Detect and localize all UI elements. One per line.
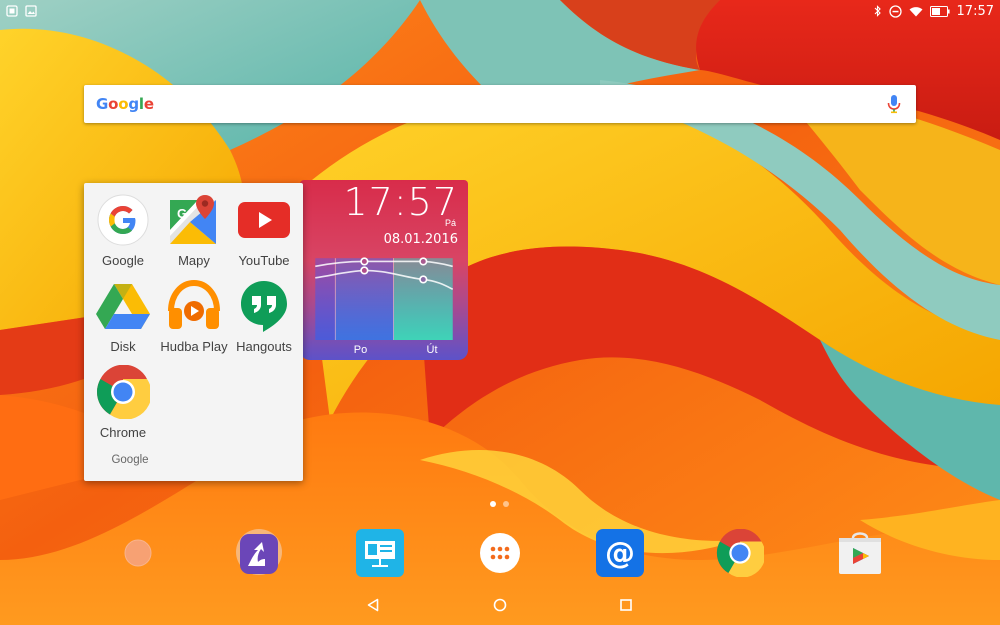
app-label: Chrome — [99, 425, 147, 440]
clock-date: 08.01.2016 — [383, 232, 458, 247]
app-label: Disk — [110, 339, 136, 354]
app-label: Mapy — [178, 253, 210, 268]
status-left-icons — [6, 5, 37, 17]
forecast-day-label: Po — [353, 344, 368, 356]
dock: @ — [0, 525, 1000, 585]
clock-time: 17:57 — [343, 180, 458, 224]
bluetooth-icon — [874, 5, 882, 17]
dock-chrome[interactable] — [712, 527, 768, 583]
forecast-point — [360, 266, 369, 275]
mic-icon[interactable] — [884, 92, 904, 116]
gallery-icon — [25, 5, 37, 17]
google-logo-letter: g — [128, 95, 139, 113]
forecast-day-labels: Po Út — [300, 340, 468, 360]
chrome-icon — [716, 528, 766, 582]
app-label: YouTube — [238, 253, 290, 268]
do-not-disturb-icon — [888, 4, 902, 18]
forecast-day-label: Út — [426, 344, 438, 356]
search-input[interactable] — [161, 85, 884, 123]
app-label: Google — [102, 253, 144, 268]
chrome-icon — [96, 365, 150, 419]
email-icon: @ — [595, 528, 645, 583]
shareit-icon — [234, 528, 284, 583]
back-icon — [366, 598, 380, 617]
recents-icon — [619, 598, 633, 617]
dock-shareit[interactable] — [231, 527, 287, 583]
status-bar: 17:57 — [0, 0, 1000, 22]
page-dot[interactable] — [503, 501, 509, 507]
maps-icon: G — [167, 193, 221, 247]
home-icon — [493, 598, 507, 617]
app-drawer-icon — [479, 532, 521, 579]
drive-icon — [96, 279, 150, 333]
forecast-point — [419, 275, 428, 284]
navigation-bar — [0, 588, 1000, 625]
youtube-icon — [237, 193, 291, 247]
app-google[interactable]: Google — [86, 185, 160, 271]
forecast-point — [419, 257, 428, 266]
hangouts-icon — [237, 279, 291, 333]
back-button[interactable] — [360, 594, 386, 620]
svg-text:@: @ — [605, 536, 635, 571]
play-music-icon — [167, 279, 221, 333]
status-right-icons: 17:57 — [874, 4, 994, 19]
status-time: 17:57 — [956, 3, 994, 19]
google-logo-letter: e — [143, 95, 154, 113]
forecast-point — [360, 257, 369, 266]
clock-day: Pá — [444, 218, 456, 228]
svg-text:G: G — [177, 206, 187, 221]
app-play-music[interactable]: Hudba Play — [157, 271, 231, 357]
app-label: Hudba Play — [160, 339, 228, 354]
dock-email[interactable]: @ — [592, 527, 648, 583]
dock-presentation[interactable] — [352, 527, 408, 583]
app-youtube[interactable]: YouTube — [227, 185, 301, 271]
forecast-graph — [315, 257, 454, 340]
page-dot-active[interactable] — [490, 501, 496, 507]
google-logo-letter: o — [108, 95, 119, 113]
app-label: Hangouts — [236, 339, 292, 354]
forecast-day-empty — [300, 340, 325, 360]
folder-name[interactable]: Google — [84, 454, 176, 466]
wifi-icon — [909, 6, 923, 17]
app-maps[interactable]: G Mapy — [157, 185, 231, 271]
battery-icon — [929, 5, 950, 17]
page-indicator — [490, 501, 509, 507]
home-button[interactable] — [487, 594, 513, 620]
google-search-bar[interactable]: Google — [84, 85, 916, 123]
google-logo-letter: G — [96, 95, 109, 113]
dock-peach-app[interactable] — [110, 527, 166, 583]
peach-app-icon — [123, 538, 153, 573]
notification-icon — [6, 5, 18, 17]
play-store-icon — [835, 528, 885, 583]
google-folder-popup: Google G Mapy YouTube Disk Hudba Play Ha… — [84, 183, 303, 481]
google-logo: Google — [96, 95, 154, 113]
app-hangouts[interactable]: Hangouts — [227, 271, 301, 357]
app-chrome[interactable]: Chrome — [86, 357, 160, 443]
google-app-icon — [96, 193, 150, 247]
app-drive[interactable]: Disk — [86, 271, 160, 357]
recents-button[interactable] — [613, 594, 639, 620]
dock-app-drawer[interactable] — [472, 527, 528, 583]
dock-play-store[interactable] — [832, 527, 888, 583]
google-logo-letter: o — [118, 95, 129, 113]
presentation-icon — [355, 528, 405, 583]
clock-weather-widget[interactable]: 17:57 Pá 08.01.2016 Po Út — [300, 180, 468, 360]
